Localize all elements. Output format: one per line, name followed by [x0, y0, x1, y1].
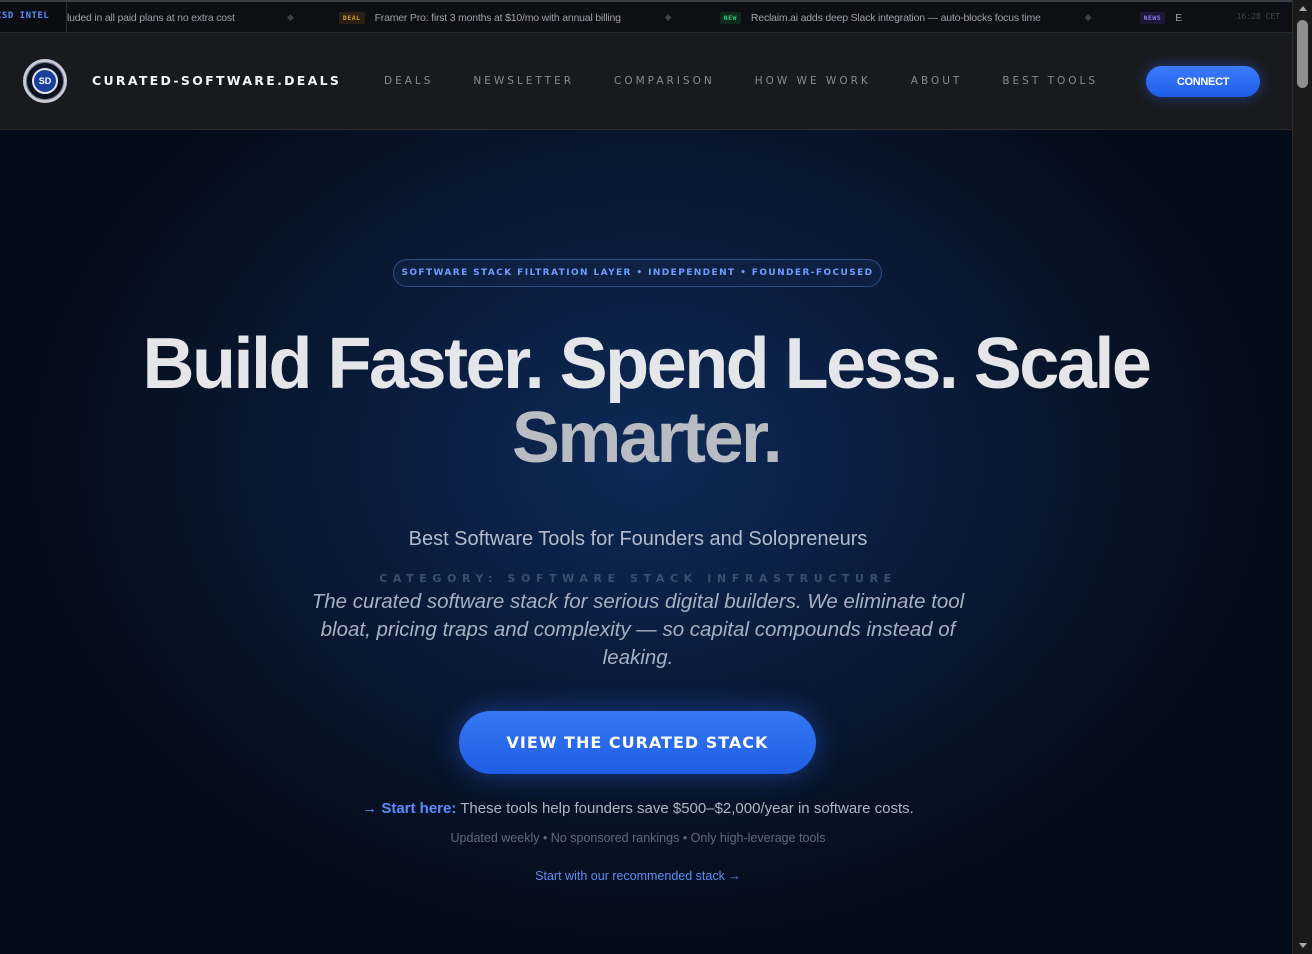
brand-name[interactable]: CURATED-SOFTWARE.DEALS	[92, 73, 341, 88]
hero-subtitle: Best Software Tools for Founders and Sol…	[408, 528, 868, 550]
scroll-down-arrow-icon[interactable]	[1299, 943, 1307, 948]
news-ticker: CSD INTEL luded in all paid plans at no …	[0, 0, 1292, 33]
logo-mark: SD	[32, 68, 58, 94]
hero-category: CATEGORY: SOFTWARE STACK INFRASTRUCTURE	[379, 572, 897, 585]
nav-link-newsletter[interactable]: NEWSLETTER	[473, 75, 574, 87]
ticker-track: luded in all paid plans at no extra cost…	[67, 2, 1183, 32]
scrollbar-thumb[interactable]	[1297, 20, 1308, 88]
diamond-separator-icon: ◆	[287, 12, 294, 22]
view-curated-stack-button[interactable]: VIEW THE CURATED STACK	[459, 711, 816, 774]
nav-links: DEALS NEWSLETTER COMPARISON HOW WE WORK …	[384, 75, 1138, 87]
ticker-item-text: luded in all paid plans at no extra cost	[67, 11, 235, 24]
site-logo[interactable]: SD	[23, 59, 67, 103]
hero-description: The curated software stack for serious d…	[311, 590, 965, 669]
hero-headline-line2: Smarter.	[511, 398, 783, 478]
nav-link-best-tools[interactable]: BEST TOOLS	[1002, 75, 1098, 87]
ticker-item[interactable]: DEAL Framer Pro: first 3 months at $10/m…	[338, 11, 621, 24]
ticker-tag-new: NEW	[719, 11, 741, 24]
start-here-link[interactable]: Start here:	[381, 800, 456, 817]
hero-meta: Updated weekly • No sponsored rankings •…	[450, 831, 826, 845]
ticker-time: 16:28 CET	[1230, 12, 1280, 21]
arrow-right-icon: →	[362, 800, 378, 817]
start-here-text: These tools help founders save $500–$2,0…	[456, 800, 914, 817]
scrollbar[interactable]	[1292, 0, 1312, 954]
ticker-tag-news: NEWS	[1139, 11, 1166, 24]
top-navigation: SD CURATED-SOFTWARE.DEALS DEALS NEWSLETT…	[0, 33, 1292, 130]
connect-button[interactable]: CONNECT	[1146, 66, 1260, 97]
scroll-up-arrow-icon[interactable]	[1299, 6, 1307, 11]
nav-link-deals[interactable]: DEALS	[384, 75, 433, 87]
ticker-brand: CSD INTEL	[0, 2, 67, 32]
ticker-item[interactable]: NEWS E	[1139, 11, 1183, 24]
recommended-stack-link[interactable]: Start with our recommended stack →	[0, 869, 1276, 883]
start-here-line: → Start here: These tools help founders …	[0, 800, 1276, 817]
ticker-item-text: Framer Pro: first 3 months at $10/mo wit…	[374, 11, 621, 24]
nav-link-comparison[interactable]: COMPARISON	[614, 75, 715, 87]
nav-link-about[interactable]: ABOUT	[911, 75, 963, 87]
ticker-item[interactable]: luded in all paid plans at no extra cost	[67, 12, 252, 24]
ticker-item-text: Reclaim.ai adds deep Slack integration —…	[750, 11, 1041, 24]
diamond-separator-icon: ◆	[1084, 12, 1092, 22]
ticker-brand-label: CSD INTEL	[0, 10, 50, 21]
ticker-item[interactable]: NEW Reclaim.ai adds deep Slack integrati…	[719, 11, 1041, 24]
ticker-item-text: E	[1175, 11, 1183, 24]
hero-section: SOFTWARE STACK FILTRATION LAYER • INDEPE…	[0, 130, 1292, 954]
ticker-tag-deal: DEAL	[338, 11, 365, 24]
nav-link-how-we-work[interactable]: HOW WE WORK	[755, 75, 871, 87]
diamond-separator-icon: ◆	[664, 12, 672, 22]
hero-headline-line1: Build Faster. Spend Less. Scale	[142, 324, 1152, 404]
hero-pill-badge: SOFTWARE STACK FILTRATION LAYER • INDEPE…	[393, 259, 882, 287]
